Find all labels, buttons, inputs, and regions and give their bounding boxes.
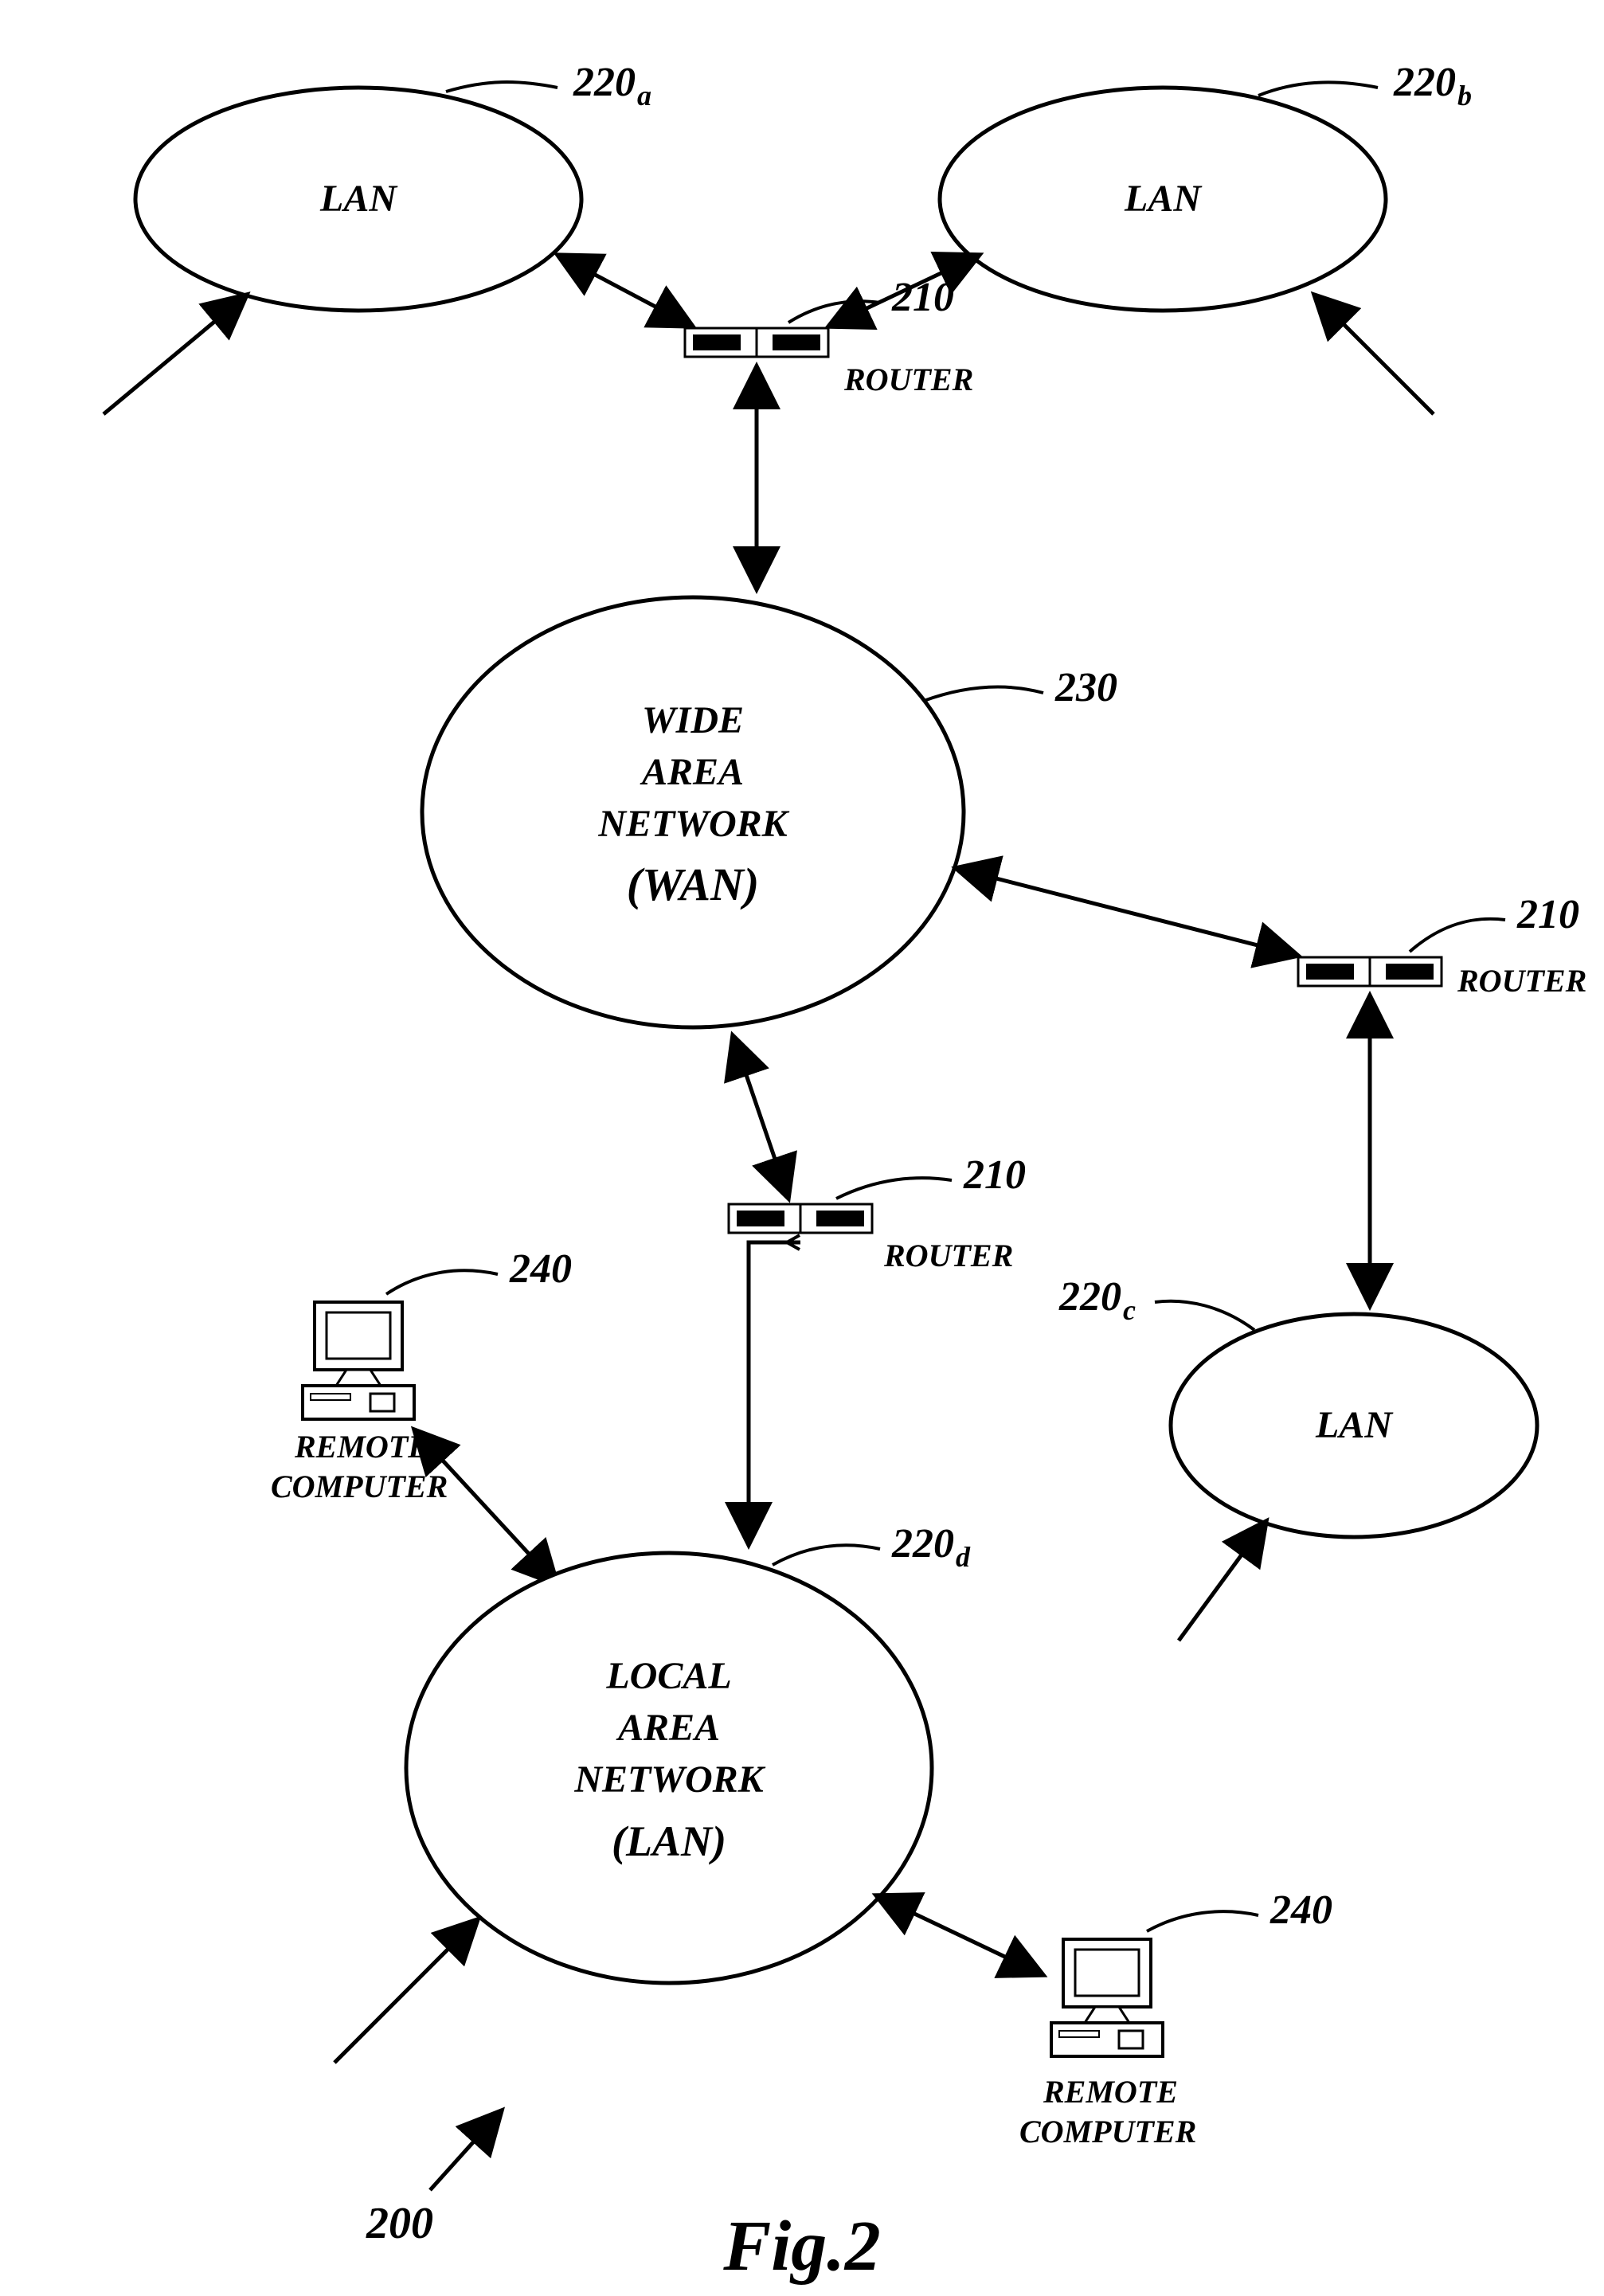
figure-caption: Fig.2 [722, 2207, 881, 2286]
lan-a-label: LAN [319, 178, 398, 220]
leader-220c [1155, 1301, 1254, 1330]
arrow-200 [430, 2110, 502, 2190]
wan-line1: WIDE [642, 699, 744, 741]
remote-computer-1-label1: REMOTE [294, 1429, 429, 1465]
leader-210-right [1410, 919, 1505, 952]
arrow-into-lan-c [1179, 1521, 1266, 1641]
arrow-remote1-lan-d [414, 1430, 557, 1585]
router-top-icon [685, 328, 828, 357]
leader-240-2 [1147, 1911, 1258, 1931]
arrow-into-lan-b [1314, 295, 1434, 414]
arrow-into-lan-a [104, 295, 247, 414]
ref-230: 230 [1054, 665, 1117, 710]
router-top-label: ROUTER [843, 362, 973, 397]
remote-computer-1-label2: COMPUTER [271, 1469, 448, 1504]
remote-computer-2-label2: COMPUTER [1019, 2114, 1196, 2149]
lan-d-line2: AREA [616, 1707, 720, 1749]
remote-computer-2-icon [1051, 1939, 1163, 2056]
router-right-icon [1298, 957, 1442, 986]
remote-computer-1-icon [303, 1302, 414, 1419]
lan-c-label: LAN [1315, 1404, 1394, 1446]
arrow-wan-router-mid [733, 1035, 788, 1199]
leader-230 [924, 687, 1043, 701]
wan-line2: AREA [640, 751, 744, 793]
arrow-into-lan-d [334, 1919, 478, 2063]
leader-210-top [788, 301, 880, 323]
wan-line3: NETWORK [597, 803, 789, 845]
ref-240-2: 240 [1270, 1887, 1332, 1933]
ref-220a: 220a [573, 60, 651, 111]
ref-220b: 220b [1393, 60, 1472, 111]
wan-line4: (WAN) [627, 859, 759, 910]
leader-240-1 [386, 1270, 498, 1294]
network-diagram: LAN 220a LAN 220b ROUTER 210 WIDE AREA N… [0, 0, 1604, 2296]
leader-220b [1258, 82, 1378, 96]
lan-b-label: LAN [1124, 178, 1203, 220]
arrow-router-mid-lan-d [749, 1242, 800, 1545]
arrow-wan-router-right [956, 868, 1298, 956]
ref-240-1: 240 [509, 1246, 572, 1292]
leader-210-mid [836, 1178, 952, 1199]
leader-220a [446, 82, 557, 92]
lan-d-line3: NETWORK [573, 1758, 765, 1801]
ref-210-right: 210 [1516, 892, 1579, 937]
router-mid-label: ROUTER [883, 1238, 1013, 1273]
lan-d-line4: (LAN) [612, 1817, 726, 1865]
arrow-remote2-lan-d [876, 1895, 1043, 1975]
ref-200: 200 [366, 2199, 433, 2248]
ref-210-mid: 210 [963, 1152, 1026, 1198]
arrow-lan-a-router [557, 255, 693, 327]
remote-computer-2-label1: REMOTE [1043, 2074, 1178, 2110]
router-right-label: ROUTER [1457, 963, 1586, 999]
router-mid-icon [729, 1204, 872, 1233]
lan-d-line1: LOCAL [605, 1655, 731, 1697]
ref-220c: 220c [1058, 1274, 1136, 1326]
leader-220d [773, 1545, 880, 1565]
ref-220d: 220d [891, 1521, 971, 1573]
